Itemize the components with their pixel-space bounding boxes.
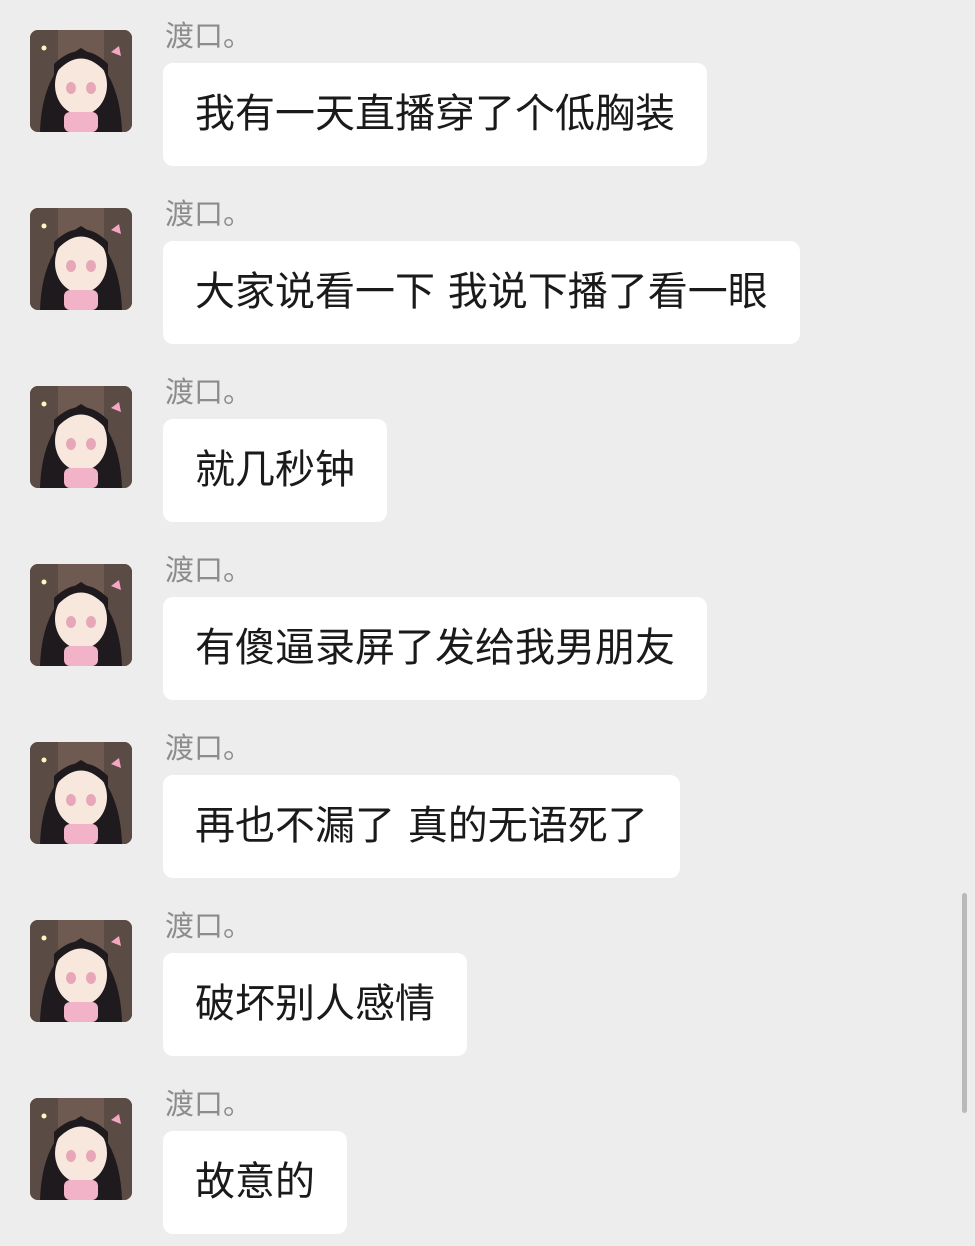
avatar-icon[interactable] [30, 1098, 132, 1200]
avatar-icon[interactable] [30, 742, 132, 844]
chat-message-list[interactable]: 渡口。 我有一天直播穿了个低胸装 渡口。 大家说看一下 我说下播了看一眼 渡口。… [0, 0, 975, 1234]
message-bubble[interactable]: 有傻逼录屏了发给我男朋友 [163, 597, 707, 700]
scrollbar[interactable] [962, 893, 967, 1113]
avatar-icon[interactable] [30, 208, 132, 310]
sender-name: 渡口。 [165, 909, 253, 943]
message-row: 渡口。 再也不漏了 真的无语死了 [0, 712, 975, 890]
sender-name: 渡口。 [165, 375, 253, 409]
avatar-icon[interactable] [30, 386, 132, 488]
avatar-icon[interactable] [30, 30, 132, 132]
sender-name: 渡口。 [165, 731, 253, 765]
message-row: 渡口。 大家说看一下 我说下播了看一眼 [0, 178, 975, 356]
message-row: 渡口。 破坏别人感情 [0, 890, 975, 1068]
avatar-icon[interactable] [30, 920, 132, 1022]
message-row: 渡口。 我有一天直播穿了个低胸装 [0, 0, 975, 178]
message-bubble[interactable]: 大家说看一下 我说下播了看一眼 [163, 241, 800, 344]
avatar-icon[interactable] [30, 564, 132, 666]
sender-name: 渡口。 [165, 197, 253, 231]
message-bubble[interactable]: 就几秒钟 [163, 419, 387, 522]
sender-name: 渡口。 [165, 553, 253, 587]
message-bubble[interactable]: 我有一天直播穿了个低胸装 [163, 63, 707, 166]
message-bubble[interactable]: 破坏别人感情 [163, 953, 467, 1056]
message-bubble[interactable]: 故意的 [163, 1131, 347, 1234]
message-bubble[interactable]: 再也不漏了 真的无语死了 [163, 775, 680, 878]
message-row: 渡口。 故意的 [0, 1068, 975, 1246]
message-row: 渡口。 就几秒钟 [0, 356, 975, 534]
sender-name: 渡口。 [165, 19, 253, 53]
sender-name: 渡口。 [165, 1087, 253, 1121]
message-row: 渡口。 有傻逼录屏了发给我男朋友 [0, 534, 975, 712]
